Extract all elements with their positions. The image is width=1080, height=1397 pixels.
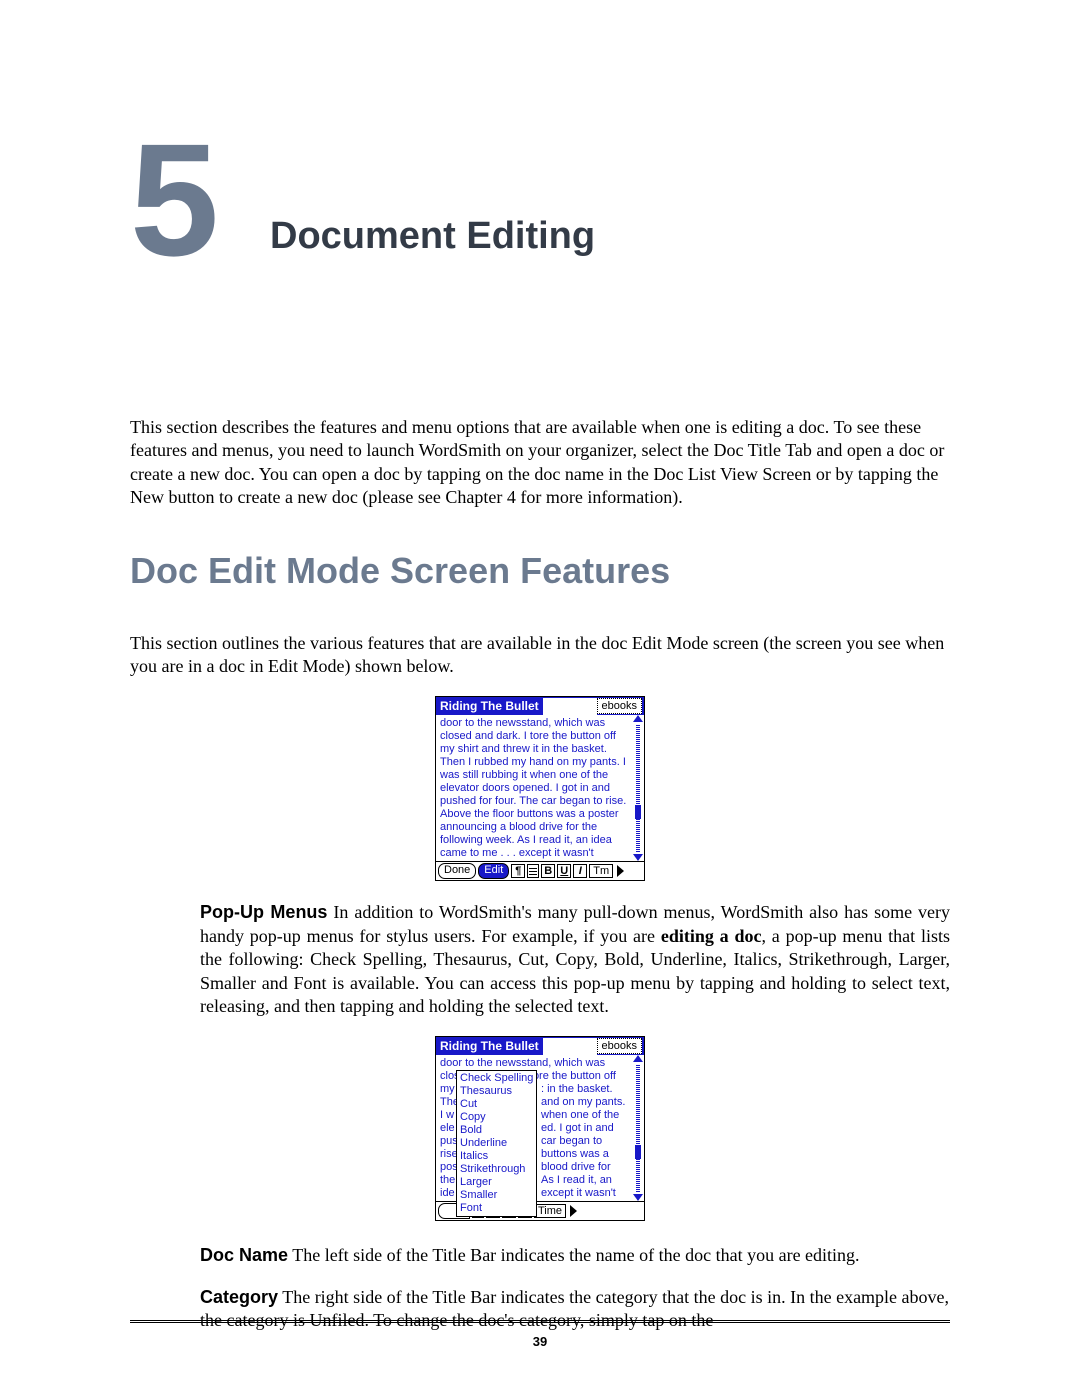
- doc-title-2: Riding The Bullet: [436, 1039, 543, 1053]
- menu-item: Thesaurus: [460, 1085, 533, 1098]
- scrollbar-2: [633, 1055, 643, 1201]
- menu-item: Cut: [460, 1098, 533, 1111]
- category-lead: Category: [200, 1287, 278, 1307]
- scroll-down-icon: [633, 854, 643, 861]
- menu-item: Bold: [460, 1124, 533, 1137]
- menu-item: Smaller: [460, 1189, 533, 1202]
- arrow-right-icon: [570, 1205, 577, 1217]
- menu-item: Underline: [460, 1137, 533, 1150]
- time-button: Time: [534, 1204, 566, 1218]
- italic-icon: I: [573, 864, 587, 878]
- chapter-title: Document Editing: [270, 215, 595, 258]
- footer-rule: [130, 1320, 950, 1327]
- bold-icon: B: [541, 864, 555, 878]
- menu-item: Copy: [460, 1111, 533, 1124]
- edit-button: Edit: [478, 863, 509, 879]
- chapter-number: 5: [130, 140, 219, 260]
- page-number: 39: [0, 1334, 1080, 1349]
- chapter-intro: This section describes the features and …: [130, 416, 950, 510]
- menu-item: Font: [460, 1202, 533, 1215]
- popup-menu-screenshot: Riding The Bullet ebooks door to the new…: [435, 1036, 645, 1221]
- pilcrow-icon: ¶: [511, 864, 525, 878]
- category-label-2: ebooks: [597, 1038, 642, 1054]
- edit-mode-screenshot: Riding The Bullet ebooks door to the new…: [435, 696, 645, 881]
- section-title: Doc Edit Mode Screen Features: [130, 550, 950, 592]
- section-intro: This section outlines the various featur…: [130, 632, 950, 679]
- menu-item: Italics: [460, 1150, 533, 1163]
- doc-title: Riding The Bullet: [436, 699, 543, 713]
- context-popup-menu: Check SpellingThesaurusCutCopyBoldUnderl…: [456, 1070, 537, 1217]
- done-button: Done: [438, 863, 476, 879]
- arrow-right-icon: [617, 865, 624, 877]
- scrollbar: [633, 715, 643, 861]
- docname-lead: Doc Name: [200, 1245, 288, 1265]
- underline-icon: U: [557, 864, 571, 878]
- tm-button: Tm: [589, 864, 613, 878]
- scroll-down-icon: [633, 1194, 643, 1201]
- doc-text: door to the newsstand, which was closed …: [440, 717, 630, 860]
- popup-lead: Pop-Up Menus: [200, 902, 327, 922]
- docname-paragraph: Doc Name The left side of the Title Bar …: [200, 1244, 950, 1267]
- scroll-up-icon: [633, 715, 643, 722]
- popup-menus-paragraph: Pop-Up Menus In addition to WordSmith's …: [200, 901, 950, 1018]
- menu-item: Strikethrough: [460, 1163, 533, 1176]
- scroll-up-icon: [633, 1055, 643, 1062]
- menu-item: Check Spelling: [460, 1072, 533, 1085]
- align-icon: [527, 864, 539, 878]
- menu-item: Larger: [460, 1176, 533, 1189]
- category-label: ebooks: [597, 698, 642, 714]
